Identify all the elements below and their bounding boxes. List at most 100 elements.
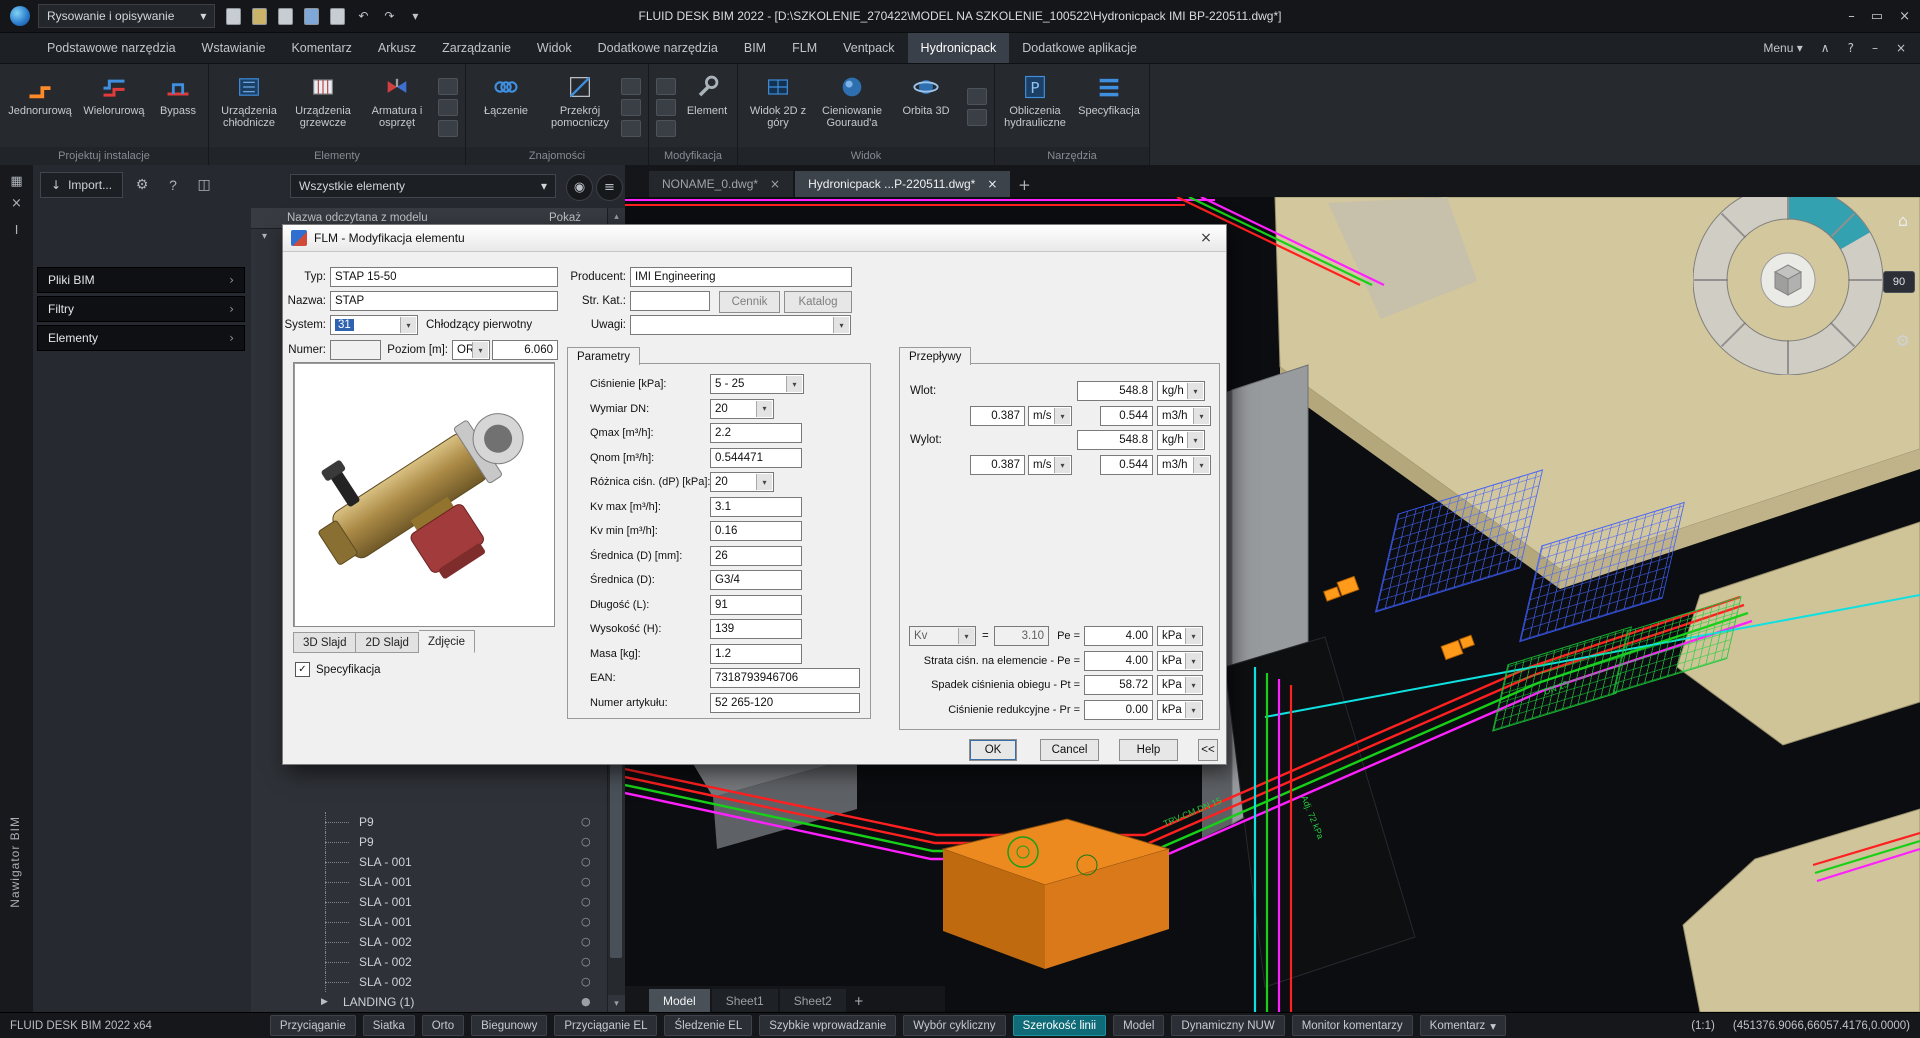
undo-button[interactable]: ↶ bbox=[353, 6, 373, 26]
zoom-badge[interactable]: 90 bbox=[1883, 271, 1915, 293]
auxiliary-section-button[interactable]: Przekrój pomocniczy bbox=[544, 67, 616, 147]
comment-dropdown[interactable]: Komentarz▾ bbox=[1420, 1015, 1506, 1036]
bypass-button[interactable]: Bypass bbox=[152, 67, 204, 147]
wlot-velocity-field[interactable]: 0.387 bbox=[970, 406, 1025, 426]
doc-close-icon[interactable]: × bbox=[1896, 41, 1906, 55]
tab-przeplywy[interactable]: Przepływy bbox=[899, 347, 971, 365]
grid-toggle[interactable]: Siatka bbox=[363, 1015, 415, 1036]
panels-icon[interactable]: ▦ bbox=[8, 173, 25, 190]
tree-row[interactable]: SLA - 002○ bbox=[251, 932, 625, 952]
doc-tab-hydronicpack[interactable]: Hydronicpack ...P-220511.dwg* × bbox=[795, 171, 1010, 197]
visibility-toggle-icon[interactable]: ○ bbox=[581, 872, 591, 892]
expand-icon[interactable]: ▶ bbox=[321, 992, 328, 1012]
model-toggle[interactable]: Model bbox=[1113, 1015, 1164, 1036]
wylot-flow-unit-select[interactable]: m3/h▾ bbox=[1157, 455, 1211, 475]
tree-row[interactable]: SLA - 001○ bbox=[251, 892, 625, 912]
tree-row[interactable]: SLA - 002○ bbox=[251, 952, 625, 972]
tree-row[interactable]: SLA - 001○ bbox=[251, 912, 625, 932]
gouraud-shading-button[interactable]: Cieniowanie Gouraud'a bbox=[816, 67, 888, 147]
doc-minimize-icon[interactable]: – bbox=[1872, 41, 1878, 55]
uwagi-select[interactable]: ▾ bbox=[630, 315, 851, 335]
new-file-button[interactable] bbox=[223, 6, 243, 26]
cisnienie-select[interactable]: 5 - 25▾ bbox=[710, 374, 804, 394]
spadek-unit-select[interactable]: kPa▾ bbox=[1157, 675, 1203, 695]
masa-field[interactable]: 1.2 bbox=[710, 644, 802, 664]
etrack-toggle[interactable]: Śledzenie EL bbox=[664, 1015, 752, 1036]
mini-tool-icon[interactable] bbox=[438, 120, 458, 137]
tree-row[interactable]: SLA - 001○ bbox=[251, 872, 625, 892]
redukcyjne-field[interactable]: 0.00 bbox=[1084, 700, 1153, 720]
cancel-button[interactable]: Cancel bbox=[1040, 739, 1099, 761]
scroll-down-icon[interactable]: ▾ bbox=[608, 995, 625, 1012]
save-button[interactable] bbox=[301, 6, 321, 26]
tree-row-branch[interactable]: ▶LANDING (1)● bbox=[251, 992, 625, 1012]
specification-button[interactable]: Specyfikacja bbox=[1073, 67, 1145, 147]
visibility-toggle-icon[interactable]: ○ bbox=[581, 812, 591, 832]
numer-artykulu-field[interactable]: 52 265-120 bbox=[710, 693, 860, 713]
view-2d-top-button[interactable]: Widok 2D z góry bbox=[742, 67, 814, 147]
tab-podstawowe-narzedzia[interactable]: Podstawowe narzędzia bbox=[34, 33, 189, 63]
help-icon[interactable]: ? bbox=[1848, 41, 1854, 55]
tab-parametry[interactable]: Parametry bbox=[567, 347, 640, 365]
ribbon-pin-icon[interactable]: ∧ bbox=[1821, 41, 1830, 55]
ortho-toggle[interactable]: Orto bbox=[422, 1015, 464, 1036]
gear-icon[interactable]: ⚙ bbox=[1896, 331, 1910, 350]
list-options-button[interactable]: ≡ bbox=[596, 174, 623, 201]
new-tab-button[interactable]: + bbox=[1012, 173, 1036, 197]
close-tab-icon[interactable]: × bbox=[770, 177, 780, 191]
quick-input-toggle[interactable]: Szybkie wprowadzanie bbox=[759, 1015, 896, 1036]
strata-unit-select[interactable]: kPa▾ bbox=[1157, 651, 1203, 671]
redo-button[interactable]: ↷ bbox=[379, 6, 399, 26]
tab-sheet2[interactable]: Sheet2 bbox=[780, 989, 846, 1012]
dialog-close-button[interactable]: × bbox=[1194, 228, 1218, 248]
scroll-up-icon[interactable]: ▴ bbox=[608, 208, 625, 225]
valves-fittings-button[interactable]: Armatura i osprzęt bbox=[361, 67, 433, 147]
multi-pipe-button[interactable]: Wielorurową bbox=[78, 67, 150, 147]
tab-arkusz[interactable]: Arkusz bbox=[365, 33, 429, 63]
lineweight-toggle[interactable]: Szerokość linii bbox=[1013, 1015, 1107, 1036]
poziom-field[interactable]: 6.060 bbox=[492, 340, 558, 360]
print-button[interactable] bbox=[327, 6, 347, 26]
orbit-3d-button[interactable]: Orbita 3D bbox=[890, 67, 962, 147]
connect-button[interactable]: Łączenie bbox=[470, 67, 542, 147]
mini-tool-icon[interactable] bbox=[621, 120, 641, 137]
tab-widok[interactable]: Widok bbox=[524, 33, 585, 63]
mini-tool-icon[interactable] bbox=[656, 120, 676, 137]
redukcyjne-unit-select[interactable]: kPa▾ bbox=[1157, 700, 1203, 720]
polar-toggle[interactable]: Biegunowy bbox=[471, 1015, 547, 1036]
tab-sheet1[interactable]: Sheet1 bbox=[712, 989, 778, 1012]
tab-zarzadzanie[interactable]: Zarządzanie bbox=[429, 33, 524, 63]
sidebar-item-elementy[interactable]: Elementy › bbox=[37, 325, 245, 351]
tab-bim[interactable]: BIM bbox=[731, 33, 779, 63]
restore-button[interactable]: ▭ bbox=[1871, 9, 1883, 24]
dock-panel-button[interactable]: ◫ bbox=[192, 173, 216, 197]
dialog-title-bar[interactable]: FLM - Modyfikacja elementu × bbox=[283, 225, 1226, 252]
cycle-select-toggle[interactable]: Wybór cykliczny bbox=[903, 1015, 1005, 1036]
producent-field[interactable]: IMI Engineering bbox=[630, 267, 852, 287]
wylot-flow-field[interactable]: 0.544 bbox=[1100, 455, 1153, 475]
visibility-toggle-icon[interactable]: ○ bbox=[581, 912, 591, 932]
sheet-set-button[interactable] bbox=[275, 6, 295, 26]
tree-row[interactable]: P9○ bbox=[251, 832, 625, 852]
visibility-toggle-icon[interactable]: ○ bbox=[581, 952, 591, 972]
tab-dodatkowe-aplikacje[interactable]: Dodatkowe aplikacje bbox=[1009, 33, 1150, 63]
wysokosc-field[interactable]: 139 bbox=[710, 619, 802, 639]
cennik-button[interactable]: Cennik bbox=[719, 291, 780, 313]
ok-button[interactable]: OK bbox=[969, 739, 1017, 761]
tab-hydronicpack[interactable]: Hydronicpack bbox=[908, 33, 1010, 63]
visibility-toggle-icon[interactable]: ○ bbox=[581, 972, 591, 992]
home-icon[interactable]: ⌂ bbox=[1898, 211, 1908, 230]
add-sheet-button[interactable]: + bbox=[848, 990, 870, 1012]
tab-photo[interactable]: Zdjęcie bbox=[419, 630, 475, 653]
tree-row[interactable]: SLA - 001○ bbox=[251, 852, 625, 872]
esnap-toggle[interactable]: Przyciąganie EL bbox=[554, 1015, 657, 1036]
specification-checkbox-row[interactable]: ✓ Specyfikacja bbox=[295, 662, 381, 677]
kv-min-field[interactable]: 0.16 bbox=[710, 521, 802, 541]
mini-tool-icon[interactable] bbox=[438, 99, 458, 116]
close-panel-icon[interactable]: × bbox=[8, 195, 25, 212]
typ-field[interactable]: STAP 15-50 bbox=[330, 267, 558, 287]
heating-devices-button[interactable]: Urządzenia grzewcze bbox=[287, 67, 359, 147]
element-filter-select[interactable]: Wszystkie elementy ▾ bbox=[290, 174, 556, 198]
katalog-button[interactable]: Katalog bbox=[784, 291, 852, 313]
tab-3d-slide[interactable]: 3D Slajd bbox=[293, 632, 356, 653]
